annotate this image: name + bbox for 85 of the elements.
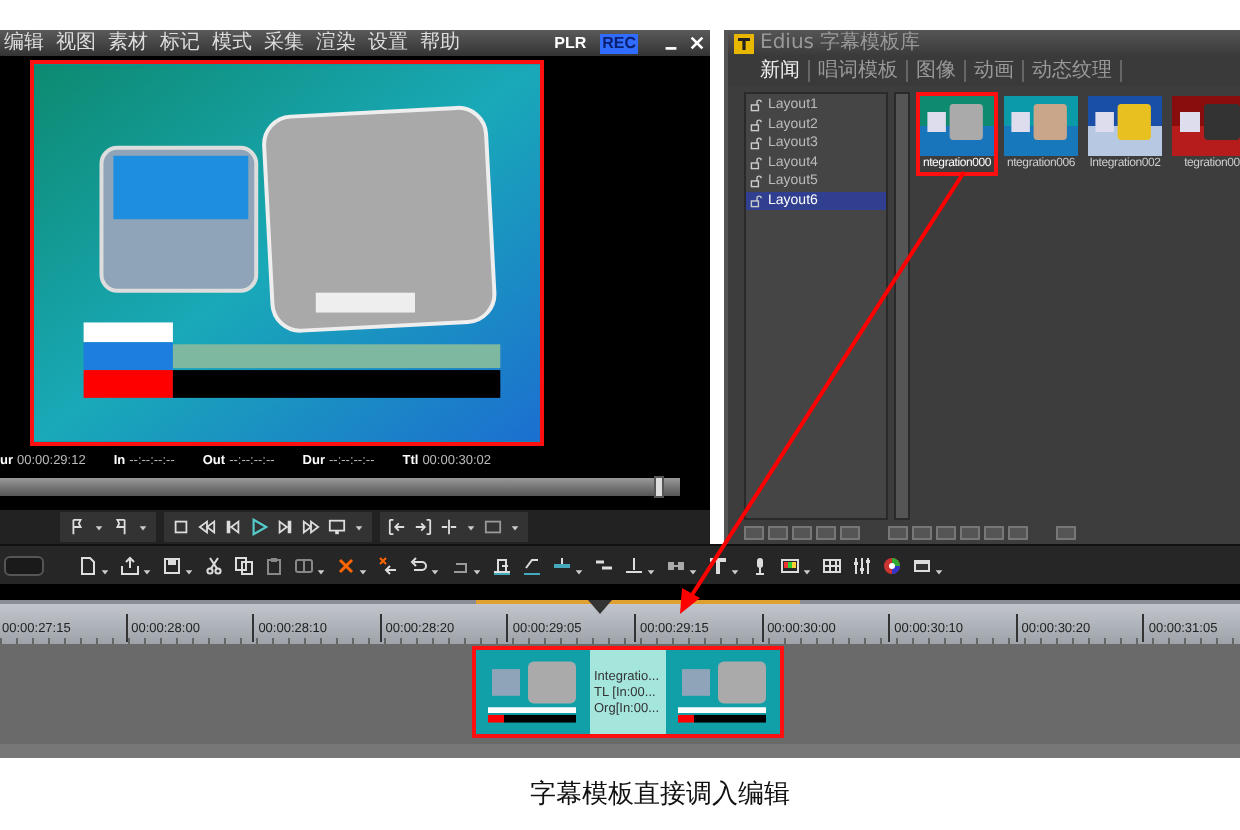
library-tool-button[interactable] (1056, 525, 1076, 539)
caret-icon[interactable] (358, 567, 368, 575)
menu-item[interactable]: 视图 (56, 30, 96, 56)
table-icon[interactable] (822, 555, 842, 575)
playhead-marker[interactable] (588, 600, 612, 614)
caret-icon[interactable] (316, 567, 326, 575)
caret-icon[interactable] (430, 567, 440, 575)
mode-tab[interactable]: PLR (552, 33, 589, 53)
menu-item[interactable]: 模式 (212, 30, 252, 56)
fast-forward-icon[interactable] (302, 518, 320, 536)
color-wheel-icon[interactable] (882, 555, 902, 575)
copy-icon[interactable] (234, 555, 254, 575)
caret-icon[interactable] (138, 523, 148, 531)
new-document-icon[interactable] (78, 555, 98, 575)
caret-icon[interactable] (142, 567, 152, 575)
cut-icon[interactable] (204, 555, 224, 575)
caret-icon[interactable] (934, 567, 944, 575)
caret-icon[interactable] (688, 567, 698, 575)
mark-out-icon[interactable] (112, 518, 130, 536)
step-forward-icon[interactable] (276, 518, 294, 536)
microphone-icon[interactable] (750, 555, 770, 575)
window-icon[interactable] (912, 555, 932, 575)
play-icon[interactable] (250, 518, 268, 536)
lock-icon (750, 193, 764, 208)
save-icon[interactable] (162, 555, 182, 575)
lock-icon (750, 155, 764, 170)
caret-icon[interactable] (354, 523, 364, 531)
step-back-icon[interactable] (224, 518, 242, 536)
close-icon[interactable] (688, 34, 706, 52)
caret-icon[interactable] (466, 523, 476, 531)
ripple-delete-icon[interactable] (378, 555, 398, 575)
clip-thumbnail-picture (666, 650, 780, 734)
clip-thumbnail-picture (476, 650, 590, 734)
lock-icon (750, 98, 764, 113)
scrub-handle[interactable] (653, 476, 664, 498)
category-tab[interactable]: 唱词模板 (810, 60, 908, 82)
caret-icon[interactable] (94, 523, 104, 531)
menu-item[interactable]: 标记 (160, 30, 200, 56)
template-preview-picture (1088, 96, 1162, 156)
title-tool-icon (734, 33, 754, 53)
overwrite-icon[interactable] (522, 555, 542, 575)
set-in-icon[interactable] (388, 518, 406, 536)
set-out-icon[interactable] (414, 518, 432, 536)
lock-icon (750, 136, 764, 151)
insert-icon[interactable] (492, 555, 512, 575)
title-icon[interactable] (708, 555, 728, 575)
template-preview-picture (920, 96, 994, 156)
undo-icon[interactable] (408, 555, 428, 575)
rewind-icon[interactable] (198, 518, 216, 536)
import-icon[interactable] (120, 555, 140, 575)
lock-icon (750, 117, 764, 132)
gap-icon[interactable] (624, 555, 644, 575)
figure-caption: 字幕模板直接调入编辑 (530, 778, 790, 812)
caret-icon[interactable] (646, 567, 656, 575)
menu-item[interactable]: 采集 (264, 30, 304, 56)
menu-item[interactable]: 素材 (108, 30, 148, 56)
caret-icon[interactable] (730, 567, 740, 575)
delete-icon[interactable] (336, 555, 356, 575)
category-tab[interactable]: 图像 (908, 60, 966, 82)
panel-title: Edius 字幕模板库 (760, 30, 921, 56)
mixer-icon[interactable] (852, 555, 872, 575)
caret-icon[interactable] (802, 567, 812, 575)
caret-icon[interactable] (472, 567, 482, 575)
lock-icon (750, 174, 764, 189)
monitor-icon[interactable] (328, 518, 346, 536)
caret-icon[interactable] (184, 567, 194, 575)
split-icon[interactable] (440, 518, 458, 536)
scrub-bar[interactable] (0, 478, 680, 496)
group-icon[interactable] (294, 555, 314, 575)
menu-item[interactable]: 渲染 (316, 30, 356, 56)
menu-item[interactable]: 设置 (368, 30, 408, 56)
template-preview-picture (1004, 96, 1078, 156)
mark-in-icon[interactable] (68, 518, 86, 536)
paste-icon[interactable] (264, 555, 284, 575)
category-tab[interactable]: 动态纹理 (1024, 60, 1122, 82)
caret-icon[interactable] (510, 523, 520, 531)
category-tab[interactable]: 动画 (966, 60, 1024, 82)
stop-icon[interactable] (172, 518, 190, 536)
color-bars-icon[interactable] (780, 555, 800, 575)
category-tab[interactable]: 新闻 (752, 60, 810, 82)
caret-icon[interactable] (100, 567, 110, 575)
tracks-icon[interactable] (594, 555, 614, 575)
caret-icon[interactable] (574, 567, 584, 575)
menu-item[interactable]: 编辑 (4, 30, 44, 56)
menu-item[interactable]: 帮助 (420, 30, 460, 56)
